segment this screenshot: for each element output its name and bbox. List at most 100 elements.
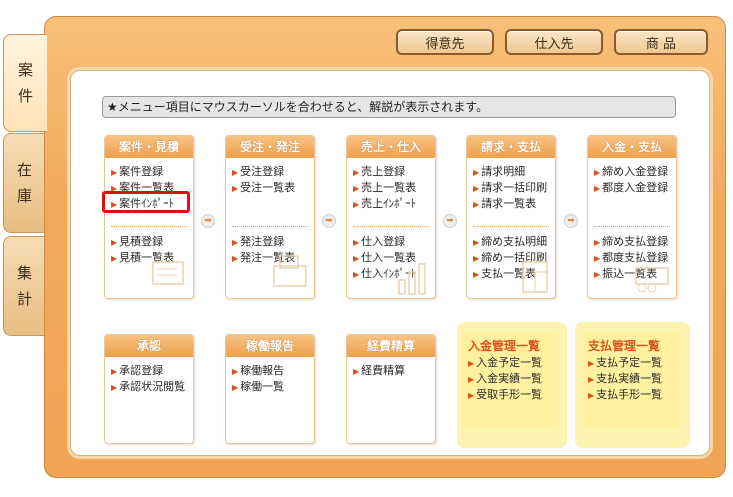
card-title: 請求・支払 (467, 136, 555, 158)
menu-item[interactable]: ▶ 入金実績一覧 (468, 372, 542, 387)
panel-title: 支払管理一覧 (588, 339, 661, 353)
menu-item[interactable]: ▶ 稼働一覧 (232, 380, 284, 395)
card-uriage-shiire: 売上・仕入 ▶ 売上登録 ▶ 売上一覧表 ▶ 売上ｲﾝﾎﾟｰﾄ ▶ 仕入登録 ▶ 仕入一覧… (346, 135, 436, 299)
card-title: 入金・支払 (588, 136, 676, 158)
menu-item[interactable]: ▶ 支払手形一覧 (588, 388, 662, 403)
triangle-icon: ▶ (353, 238, 360, 247)
triangle-icon: ▶ (232, 168, 239, 177)
triangle-icon: ▶ (473, 168, 480, 177)
menu-item[interactable]: ▶ 案件登録 (111, 165, 163, 180)
side-tab-zaiko[interactable]: 在 庫 (3, 133, 45, 233)
triangle-icon: ▶ (353, 270, 360, 279)
menu-item[interactable]: ▶ 受注登録 (232, 165, 284, 180)
menu-item[interactable]: ▶ 売上一覧表 (353, 181, 416, 196)
side-tab-label: 在 (16, 161, 32, 179)
triangle-icon: ▶ (353, 184, 360, 193)
card-anken-mitsumori: 案件・見積 ▶ 案件登録 ▶ 案件一覧表 ▶ 案件ｲﾝﾎﾟｰﾄ ▶ 見積登録 ▶ 見積一覧… (104, 135, 194, 299)
card-title: 承認 (105, 335, 193, 357)
document-deco-icon (152, 261, 184, 285)
triangle-icon: ▶ (353, 168, 360, 177)
supplier-button[interactable]: 仕入先 (505, 29, 603, 55)
menu-item[interactable]: ▶ 入金予定一覧 (468, 356, 542, 371)
menu-item[interactable]: ▶ 請求一覧表 (473, 197, 536, 212)
card-title: 案件・見積 (105, 136, 193, 158)
menu-item[interactable]: ▶ 支払実績一覧 (588, 372, 662, 387)
side-tab-label: 件 (17, 87, 33, 105)
triangle-icon: ▶ (111, 383, 118, 392)
card-nyukin-shiharai: 入金・支払 ▶ 締め入金登録 ▶ 都度入金登録 ▶ 締め支払登録 ▶ 都度支払登録 ▶ 振… (587, 135, 677, 299)
nyukin-kanri-panel: 入金管理一覧 ▶ 入金予定一覧 ▶ 入金実績一覧 ▶ 受取手形一覧 (462, 333, 558, 427)
customer-button[interactable]: 得意先 (396, 29, 494, 55)
divider (111, 226, 187, 227)
product-button[interactable]: 商 品 (614, 29, 708, 55)
triangle-icon: ▶ (468, 391, 475, 400)
menu-item[interactable]: ▶ 締め支払明細 (473, 235, 547, 250)
triangle-icon: ▶ (111, 238, 118, 247)
panel-title: 入金管理一覧 (468, 339, 541, 353)
fax-deco-icon (273, 255, 307, 287)
card-kado-hokoku: 稼働報告 ▶ 稼働報告 ▶ 稼働一覧 (225, 334, 315, 444)
triangle-icon: ▶ (468, 359, 475, 368)
menu-item[interactable]: ▶ 支払予定一覧 (588, 356, 662, 371)
triangle-icon: ▶ (588, 391, 595, 400)
triangle-icon: ▶ (353, 254, 360, 263)
triangle-icon: ▶ (594, 254, 601, 263)
triangle-icon: ▶ (594, 168, 601, 177)
side-tab-label: 集 (16, 264, 32, 282)
triangle-icon: ▶ (111, 367, 118, 376)
card-title: 経費精算 (347, 335, 435, 357)
card-keihi-seisan: 経費精算 ▶ 経費精算 (346, 334, 436, 444)
triangle-icon: ▶ (473, 270, 480, 279)
divider (232, 226, 308, 227)
menu-item[interactable]: ▶ 売上ｲﾝﾎﾟｰﾄ (353, 197, 416, 212)
menu-item[interactable]: ▶ 締め入金登録 (594, 165, 668, 180)
menu-item[interactable]: ▶ 経費精算 (353, 364, 405, 379)
menu-item[interactable]: ▶ 都度入金登録 (594, 181, 668, 196)
menu-item[interactable]: ▶ 締め支払登録 (594, 235, 668, 250)
menu-item[interactable]: ▶ 稼働報告 (232, 364, 284, 379)
triangle-icon: ▶ (111, 168, 118, 177)
customer-button-label: 得意先 (425, 36, 465, 52)
card-seikyu-shiharai: 請求・支払 ▶ 請求明細 ▶ 請求一括印刷 ▶ 請求一覧表 ▶ 締め支払明細 ▶ 締め一括… (466, 135, 556, 299)
side-tab-label: 案 (17, 61, 33, 79)
triangle-icon: ▶ (473, 200, 480, 209)
menu-item[interactable]: ▶ 請求一括印刷 (473, 181, 547, 196)
product-button-label: 商 品 (645, 36, 677, 52)
menu-item[interactable]: ▶ 承認登録 (111, 364, 163, 379)
money-deco-icon (635, 267, 669, 293)
menu-item[interactable]: ▶ 売上登録 (353, 165, 405, 180)
triangle-icon: ▶ (232, 254, 239, 263)
bar-chart-deco-icon (398, 263, 426, 295)
side-tab-anken[interactable]: 案 件 (3, 34, 47, 132)
triangle-icon: ▶ (232, 184, 239, 193)
triangle-icon: ▶ (468, 375, 475, 384)
card-juchu-hacchu: 受注・発注 ▶ 受注登録 ▶ 受注一覧表 ▶ 発注登録 ▶ 発注一覧表 (225, 135, 315, 299)
arrow-right-icon: ➡ (201, 214, 215, 228)
triangle-icon: ▶ (473, 184, 480, 193)
menu-item[interactable]: ▶ 仕入登録 (353, 235, 405, 250)
menu-item[interactable]: ▶ 発注登録 (232, 235, 284, 250)
triangle-icon: ▶ (111, 254, 118, 263)
triangle-icon: ▶ (594, 238, 601, 247)
menu-item[interactable]: ▶ 見積登録 (111, 235, 163, 250)
supplier-button-label: 仕入先 (534, 36, 574, 52)
divider (473, 226, 549, 227)
triangle-icon: ▶ (232, 383, 239, 392)
side-tab-shukei[interactable]: 集 計 (3, 236, 45, 336)
menu-item[interactable]: ▶ 請求明細 (473, 165, 525, 180)
menu-item[interactable]: ▶ 受注一覧表 (232, 181, 295, 196)
triangle-icon: ▶ (594, 270, 601, 279)
arrow-right-icon: ➡ (564, 214, 578, 228)
menu-item[interactable]: ▶ 承認状況閲覧 (111, 380, 185, 395)
arrow-right-icon: ➡ (443, 214, 457, 228)
triangle-icon: ▶ (594, 184, 601, 193)
divider (353, 226, 429, 227)
card-shonin: 承認 ▶ 承認登録 ▶ 承認状況閲覧 (104, 334, 194, 444)
triangle-icon: ▶ (473, 254, 480, 263)
triangle-icon: ▶ (353, 367, 360, 376)
card-title: 売上・仕入 (347, 136, 435, 158)
shiharai-kanri-panel: 支払管理一覧 ▶ 支払予定一覧 ▶ 支払実績一覧 ▶ 支払手形一覧 (582, 333, 682, 427)
triangle-icon: ▶ (588, 375, 595, 384)
menu-item[interactable]: ▶ 受取手形一覧 (468, 388, 542, 403)
calculator-deco-icon (522, 261, 548, 293)
